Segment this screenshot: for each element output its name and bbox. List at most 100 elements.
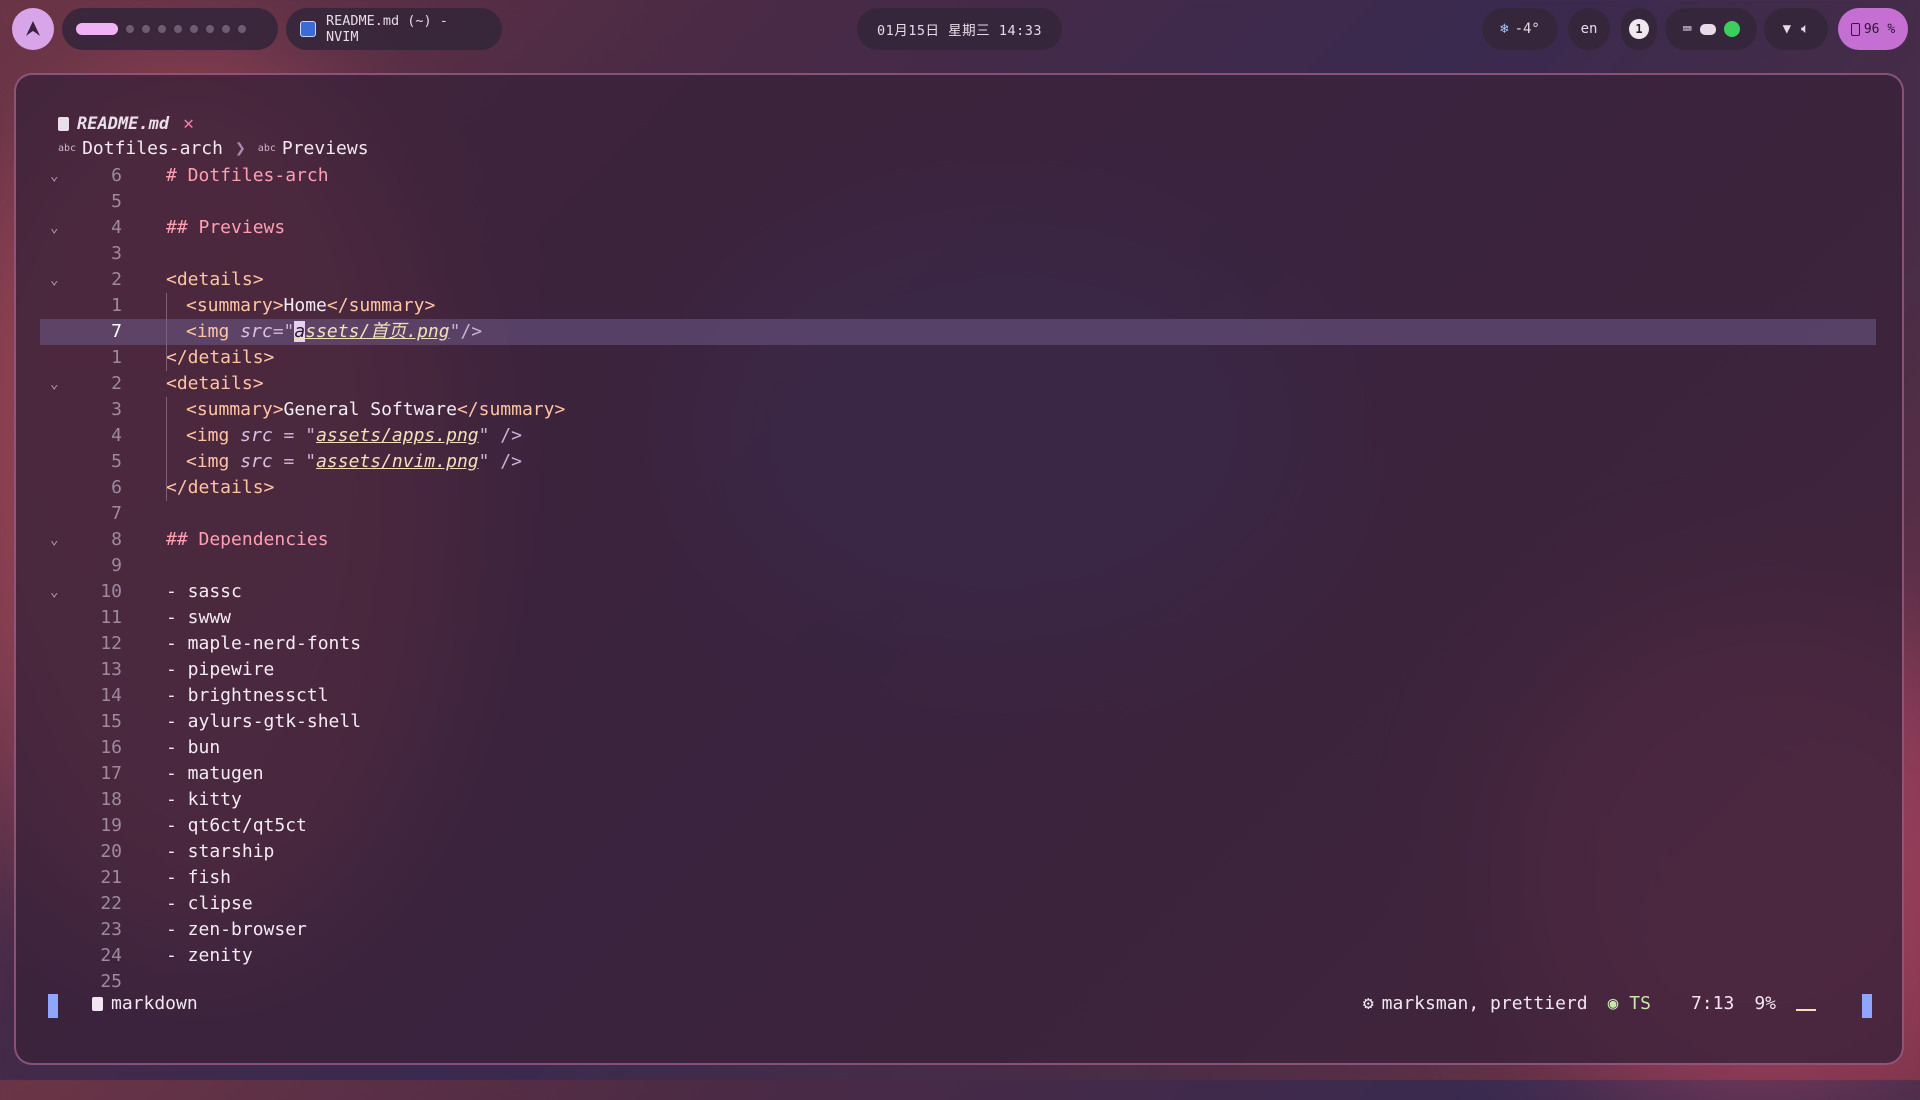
scroll-percent: 9%: [1754, 993, 1776, 1014]
code-line[interactable]: ⌄ 8 ## Dependencies: [40, 527, 1870, 553]
line-number: 11: [100, 607, 122, 628]
code-line[interactable]: 22 - clipse: [40, 891, 1870, 917]
workspace-dot[interactable]: [142, 25, 150, 33]
mode-block: [48, 994, 58, 1018]
code-line[interactable]: ⌄ 2 <details>: [40, 267, 1870, 293]
discord-icon[interactable]: [1699, 23, 1716, 35]
code-line[interactable]: 3 <summary>General Software</summary>: [40, 397, 1870, 423]
cursor-line[interactable]: 7 <img src="assets/首页.png"/>: [40, 319, 1876, 345]
line-text: <summary>General Software</summary>: [186, 399, 566, 420]
fold-chevron-icon[interactable]: ⌄: [50, 371, 66, 397]
battery-indicator[interactable]: 96 %: [1838, 8, 1908, 50]
code-line[interactable]: 16 - bun: [40, 735, 1870, 761]
weather-widget[interactable]: ❄ -4°: [1482, 8, 1558, 50]
fold-chevron-icon[interactable]: ⌄: [50, 527, 66, 553]
workspace-active[interactable]: [76, 23, 118, 35]
close-icon[interactable]: ✕: [183, 113, 194, 134]
workspace-dot[interactable]: [174, 25, 182, 33]
line-text: - brightnessctl: [166, 685, 329, 706]
code-line[interactable]: 23 - zen-browser: [40, 917, 1870, 943]
treesitter-icon: ◉: [1607, 993, 1619, 1014]
code-line[interactable]: ⌄ 6 # Dotfiles-arch: [40, 163, 1870, 189]
line-number: 15: [100, 711, 122, 732]
workspace-dot[interactable]: [158, 25, 166, 33]
code-line[interactable]: 9: [40, 553, 1870, 579]
line-number: 19: [100, 815, 122, 836]
line-number: 10: [100, 581, 122, 602]
fold-chevron-icon[interactable]: ⌄: [50, 215, 66, 241]
code-line[interactable]: ⌄ 2 <details>: [40, 371, 1870, 397]
code-line[interactable]: 5 <img src = "assets/nvim.png" />: [40, 449, 1870, 475]
code-line[interactable]: 13 - pipewire: [40, 657, 1870, 683]
line-text: </details>: [166, 477, 275, 498]
workspace-dot[interactable]: [190, 25, 198, 33]
line-number: 8: [111, 529, 122, 550]
workspace-dot[interactable]: [238, 25, 246, 33]
notification-count: 1: [1629, 19, 1649, 39]
top-bar: README.md (~) - NVIM 01月15日 星期三 14:33 ❄ …: [0, 0, 1920, 58]
arch-logo-icon: [26, 21, 40, 36]
code-line[interactable]: 4 <img src = "assets/apps.png" />: [40, 423, 1870, 449]
code-line[interactable]: 18 - kitty: [40, 787, 1870, 813]
line-text: - starship: [166, 841, 275, 862]
breadcrumb-item[interactable]: Previews: [282, 138, 369, 159]
line-number: 4: [111, 425, 122, 446]
indent-guide: [166, 293, 167, 371]
workspace-indicator: [62, 8, 278, 50]
code-line[interactable]: 6 </details>: [40, 475, 1870, 501]
workspace-dot[interactable]: [222, 25, 230, 33]
fold-chevron-icon[interactable]: ⌄: [50, 579, 66, 605]
code-line[interactable]: 21 - fish: [40, 865, 1870, 891]
code-line[interactable]: 19 - qt6ct/qt5ct: [40, 813, 1870, 839]
code-line[interactable]: 20 - starship: [40, 839, 1870, 865]
keyboard-layout[interactable]: en: [1568, 8, 1610, 50]
notification-button[interactable]: 1: [1621, 8, 1657, 50]
battery-icon: [1850, 22, 1860, 36]
buffer-tab[interactable]: README.md ✕: [58, 113, 194, 134]
editor-buffer[interactable]: ⌄ 6 # Dotfiles-arch 5 ⌄ 4 ## Previews 3 ⌄ 2 <detai…: [40, 163, 1876, 995]
workspace-dot[interactable]: [126, 25, 134, 33]
link-text: assets/首页.png: [294, 321, 450, 342]
breadcrumb-item[interactable]: Dotfiles-arch: [82, 138, 223, 159]
code-line[interactable]: 7: [40, 501, 1870, 527]
file-icon: [92, 996, 103, 1011]
window-title: README.md (~) - NVIM: [325, 13, 448, 45]
code-line[interactable]: 15 - aylurs-gtk-shell: [40, 709, 1870, 735]
line-number: 2: [111, 269, 122, 290]
text-cursor: a: [294, 321, 306, 342]
code-line[interactable]: 12 - maple-nerd-fonts: [40, 631, 1870, 657]
mode-block: [1862, 994, 1872, 1018]
line-number: 7: [111, 503, 122, 524]
fold-chevron-icon[interactable]: ⌄: [50, 267, 66, 293]
line-text: - kitty: [166, 789, 242, 810]
code-line[interactable]: 1 <summary>Home</summary>: [40, 293, 1870, 319]
code-line[interactable]: 1 </details>: [40, 345, 1870, 371]
code-line[interactable]: 24 - zenity: [40, 943, 1870, 969]
wifi-icon[interactable]: ▼: [1783, 21, 1791, 37]
code-line[interactable]: 5: [40, 189, 1870, 215]
line-number: 3: [111, 243, 122, 264]
wechat-icon[interactable]: [1723, 21, 1740, 37]
keyboard-icon[interactable]: ⌨: [1682, 20, 1691, 38]
clock[interactable]: 01月15日 星期三 14:33: [857, 8, 1062, 50]
line-number: 21: [100, 867, 122, 888]
code-line[interactable]: 25: [40, 969, 1870, 995]
launcher-button[interactable]: [12, 8, 54, 50]
line-text: - maple-nerd-fonts: [166, 633, 362, 654]
line-text: ## Previews: [166, 217, 286, 238]
snowflake-icon: ❄: [1500, 21, 1509, 37]
code-line[interactable]: ⌄ 10 - sassc: [40, 579, 1870, 605]
line-text: <summary>Home</summary>: [186, 295, 436, 316]
indent-guide: [166, 397, 167, 501]
code-line[interactable]: ⌄ 4 ## Previews: [40, 215, 1870, 241]
code-line[interactable]: 14 - brightnessctl: [40, 683, 1870, 709]
code-line[interactable]: 17 - matugen: [40, 761, 1870, 787]
line-number: 25: [100, 971, 122, 992]
code-line[interactable]: 3: [40, 241, 1870, 267]
active-window[interactable]: README.md (~) - NVIM: [286, 8, 502, 50]
volume-icon[interactable]: 🔈︎: [1801, 21, 1809, 37]
workspace-dot[interactable]: [206, 25, 214, 33]
code-line[interactable]: 11 - swww: [40, 605, 1870, 631]
line-text: - aylurs-gtk-shell: [166, 711, 362, 732]
fold-chevron-icon[interactable]: ⌄: [50, 163, 66, 189]
